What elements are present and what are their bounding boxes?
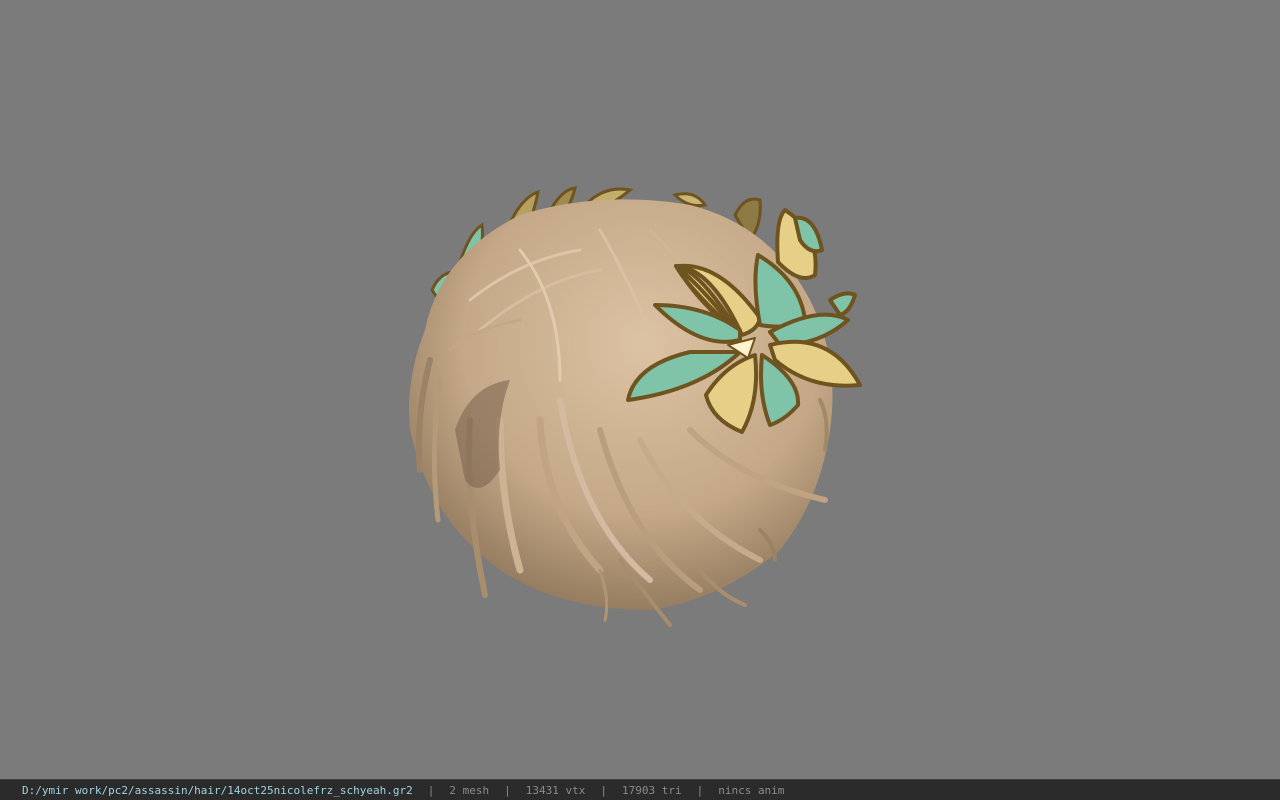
separator: | <box>600 783 607 797</box>
separator: | <box>504 783 511 797</box>
status-bar: D:/ymir work/pc2/assassin/hair/14oct25ni… <box>0 779 1280 800</box>
3d-viewport[interactable] <box>0 0 1280 779</box>
file-path: D:/ymir work/pc2/assassin/hair/14oct25ni… <box>22 783 413 797</box>
separator: | <box>427 783 435 797</box>
vertex-count: 13431 vtx <box>525 783 586 797</box>
mesh-count: 2 mesh <box>449 783 490 797</box>
separator: | <box>696 783 704 797</box>
anim-status: nincs anim <box>718 783 785 797</box>
hair-model-render <box>409 186 862 627</box>
triangle-count: 17903 tri <box>621 783 682 797</box>
